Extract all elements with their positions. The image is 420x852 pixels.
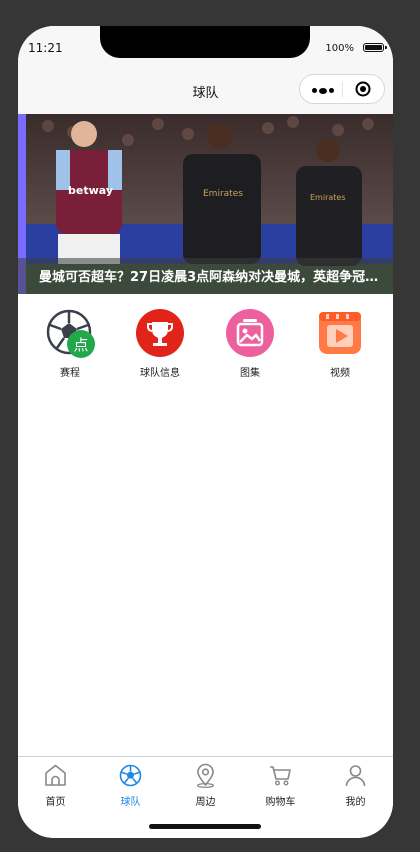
tab-label: 购物车 (265, 797, 296, 808)
phone-screen: 11:21 100% 球队 betway Emirates Emirates 曼… (18, 26, 393, 838)
svg-text:点: 点 (73, 336, 88, 354)
quick-link-label: 球队信息 (140, 368, 180, 379)
status-time: 11:21 (28, 41, 63, 55)
user-icon (345, 765, 366, 787)
svg-text:Emirates: Emirates (203, 189, 243, 199)
gallery-icon (226, 309, 274, 357)
svg-text:betway: betway (68, 184, 113, 197)
video-icon (319, 312, 361, 354)
quick-link-label: 视频 (330, 368, 350, 379)
home-indicator (149, 824, 261, 829)
top-bar: 11:21 100% 球队 (18, 26, 393, 114)
hero-banner[interactable]: betway Emirates Emirates 曼城可否超车？27日凌晨3点阿… (18, 114, 393, 294)
svg-text:Emirates: Emirates (310, 193, 346, 202)
quick-link-label: 赛程 (60, 368, 80, 379)
soccer-ball-icon: 点 (46, 309, 95, 358)
close-miniprogram-icon[interactable] (355, 81, 371, 97)
soccer-ball-icon (119, 764, 142, 787)
tab-label: 周边 (195, 797, 216, 808)
cart-icon (270, 766, 291, 786)
capsule-menu (299, 74, 385, 104)
tab-label: 我的 (345, 797, 366, 808)
tab-label: 首页 (45, 797, 66, 808)
banner-caption: 曼城可否超车？27日凌晨3点阿森纳对决曼城，英超争冠生死战 (39, 270, 384, 285)
quick-link-label: 图集 (240, 368, 260, 379)
tab-label: 球队 (120, 797, 141, 808)
capsule-divider (342, 82, 343, 97)
battery-percent: 100% (325, 43, 354, 54)
battery-icon (363, 43, 387, 52)
location-icon (196, 763, 215, 788)
more-icon[interactable] (312, 87, 334, 94)
trophy-icon (136, 309, 184, 357)
quick-links: 点 赛程 球队信息 图集 视频 (18, 308, 393, 380)
banner-caption-bar: 曼城可否超车？27日凌晨3点阿森纳对决曼城，英超争冠生死战 (18, 258, 393, 294)
home-icon (45, 764, 66, 786)
notch (100, 26, 310, 58)
